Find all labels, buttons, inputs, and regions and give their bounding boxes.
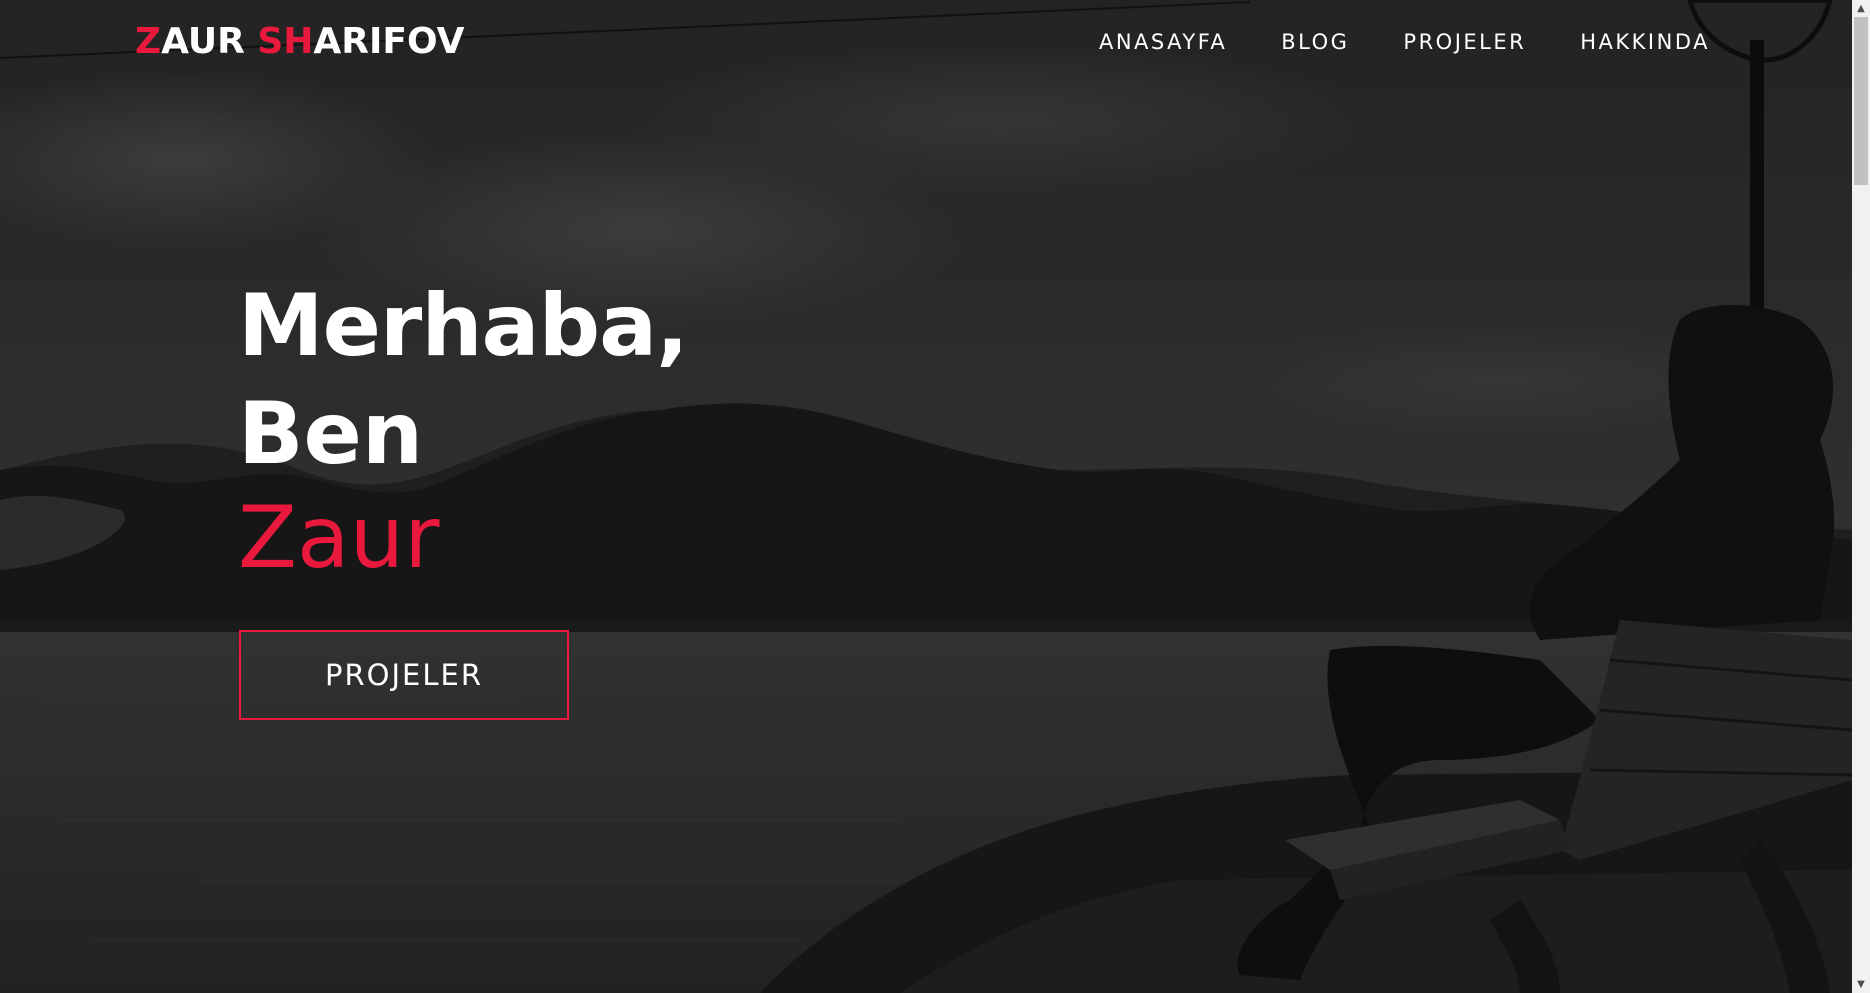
logo-initials-sh: SH bbox=[257, 21, 314, 62]
nav-link-anasayfa[interactable]: ANASAYFA bbox=[1099, 27, 1227, 57]
nav-link-projeler[interactable]: PROJELER bbox=[1403, 27, 1526, 57]
logo-initial-z: Z bbox=[135, 21, 162, 62]
logo-first-name-rest: AUR bbox=[161, 21, 258, 62]
nav-link-hakkinda[interactable]: HAKKINDA bbox=[1580, 27, 1710, 57]
scrollbar-thumb[interactable] bbox=[1854, 17, 1868, 185]
page-scrollbar[interactable]: ▲ ▼ bbox=[1852, 0, 1870, 993]
main-nav: ANASAYFA BLOG PROJELER HAKKINDA bbox=[1099, 27, 1710, 57]
hero-intro: Ben bbox=[238, 384, 424, 484]
scroll-up-arrow-icon[interactable]: ▲ bbox=[1852, 0, 1870, 17]
projects-button[interactable]: PROJELER bbox=[239, 630, 569, 720]
hero-name: Zaur bbox=[238, 488, 440, 588]
page: ZAUR SHARIFOV ANASAYFA BLOG PROJELER HAK… bbox=[0, 0, 1870, 993]
logo-last-name-rest: ARIFOV bbox=[313, 21, 465, 62]
hero-greeting: Merhaba, bbox=[238, 276, 689, 376]
nav-link-blog[interactable]: BLOG bbox=[1281, 27, 1349, 57]
site-logo[interactable]: ZAUR SHARIFOV bbox=[135, 20, 465, 64]
scroll-down-arrow-icon[interactable]: ▼ bbox=[1852, 976, 1870, 993]
